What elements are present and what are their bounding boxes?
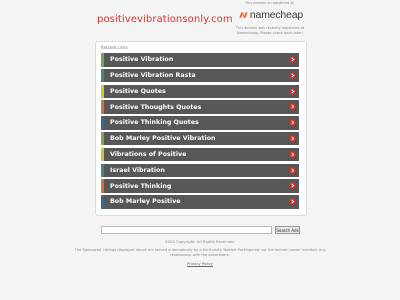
privacy-policy-link[interactable]: Privacy Policy xyxy=(0,261,400,266)
related-link-label: Bob Marley Positive Vibration xyxy=(110,135,216,143)
related-link-item[interactable]: Vibrations of Positive xyxy=(101,147,299,162)
chevron-right-circle-icon xyxy=(289,166,296,174)
related-link-label: Positive Thinking Quotes xyxy=(110,119,199,127)
related-link-label: Positive Vibration Rasta xyxy=(110,72,196,80)
related-link-label: Bob Marley Positive xyxy=(110,198,181,206)
search-ads-button[interactable]: Search Ads xyxy=(275,226,300,234)
related-link-item[interactable]: Positive Vibration xyxy=(101,53,299,67)
related-links-list: Positive Vibration Positive Vibration Ras… xyxy=(101,53,299,211)
chevron-right-circle-icon xyxy=(289,72,296,79)
related-link-label: Positive Thinking xyxy=(110,182,172,190)
link-color-stripe xyxy=(101,195,104,209)
related-link-item[interactable]: Positive Thoughts Quotes xyxy=(101,100,299,114)
related-link-label: Positive Vibration xyxy=(110,56,174,64)
registrar-note: This domain was recently registered at N… xyxy=(235,26,305,35)
link-color-stripe xyxy=(101,163,104,178)
disclaimer-text: The Sponsored Listings displayed above a… xyxy=(74,248,326,257)
related-link-label: Vibrations of Positive xyxy=(110,151,187,159)
link-color-stripe xyxy=(101,147,104,162)
chevron-right-circle-icon xyxy=(289,119,296,126)
related-link-label: Positive Thoughts Quotes xyxy=(110,103,202,111)
link-color-stripe xyxy=(101,53,104,67)
link-color-stripe xyxy=(101,84,104,99)
related-link-item[interactable]: Positive Quotes xyxy=(101,84,299,99)
related-link-label: Israel Vibration xyxy=(110,166,165,174)
copyright-text: 2020 Copyright. All Rights Reserved. xyxy=(165,239,235,244)
namecheap-logo[interactable]: namecheap xyxy=(239,7,303,23)
chevron-right-circle-icon xyxy=(289,198,296,205)
related-link-item[interactable]: Bob Marley Positive xyxy=(101,195,299,209)
link-color-stripe xyxy=(101,116,104,130)
chevron-right-circle-icon xyxy=(289,135,296,142)
link-color-stripe xyxy=(101,131,104,146)
related-link-item[interactable]: Positive Thinking xyxy=(101,179,299,193)
related-link-item[interactable]: Israel Vibration xyxy=(101,163,299,178)
link-color-stripe xyxy=(101,179,104,193)
search-input[interactable] xyxy=(101,226,272,234)
related-links-title: Related Links xyxy=(101,45,128,50)
chevron-right-circle-icon xyxy=(289,151,296,158)
related-link-label: Positive Quotes xyxy=(110,87,166,95)
related-link-item[interactable]: Positive Vibration Rasta xyxy=(101,68,299,83)
chevron-right-circle-icon xyxy=(289,56,296,63)
chevron-right-circle-icon xyxy=(289,103,296,111)
namecheap-wordmark: namecheap xyxy=(249,9,303,21)
chevron-right-circle-icon xyxy=(289,87,296,95)
related-link-item[interactable]: Bob Marley Positive Vibration xyxy=(101,131,299,146)
related-link-item[interactable]: Positive Thinking Quotes xyxy=(101,116,299,130)
chevron-right-circle-icon xyxy=(289,182,296,190)
domain-title[interactable]: positivevibrationsonly.com xyxy=(97,14,233,25)
namecheap-n-icon xyxy=(239,12,248,18)
link-color-stripe xyxy=(101,100,104,114)
registered-at-text: This domain is registered at xyxy=(245,1,294,5)
link-color-stripe xyxy=(101,68,104,83)
